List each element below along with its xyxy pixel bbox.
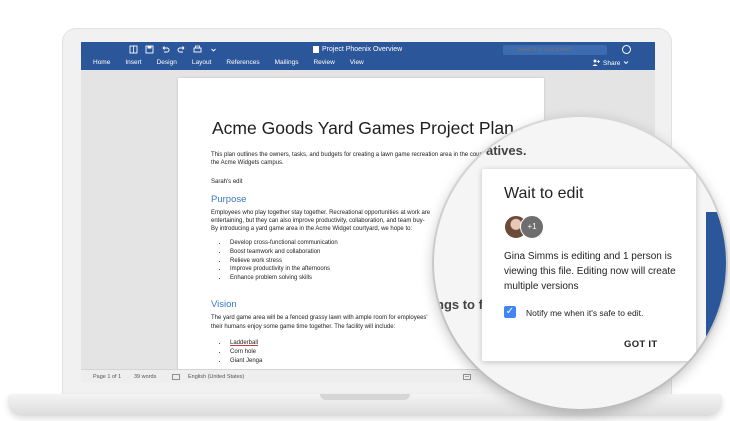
document-icon (313, 46, 319, 53)
document-heading: Acme Goods Yard Games Project Plan (212, 118, 514, 138)
vision-heading: Vision (211, 299, 237, 310)
print-layout-icon[interactable] (463, 374, 471, 382)
proofing-icon[interactable] (172, 374, 180, 382)
list-item: Enhance problem solving skills (228, 274, 338, 283)
edit-note: Sarah's edit (211, 179, 243, 185)
quick-access-toolbar (129, 45, 218, 54)
print-icon[interactable] (193, 45, 202, 54)
word-count[interactable]: 39 words (134, 374, 156, 380)
tab-references[interactable]: References (226, 59, 259, 66)
got-it-button[interactable]: GOT IT (624, 339, 657, 350)
page-count[interactable]: Page 1 of 1 (93, 374, 121, 380)
magnified-text: atives. (486, 143, 527, 158)
list-item: Corn hole (228, 348, 262, 357)
vision-line: The yard game area will be a fenced gras… (211, 315, 428, 321)
magnifier-callout: atives. ngs to f Wait to edit +1 Gina Si… (434, 117, 726, 409)
redo-icon[interactable] (177, 45, 186, 54)
feedback-smiley-icon[interactable] (622, 45, 631, 54)
undo-icon[interactable] (161, 45, 170, 54)
tab-layout[interactable]: Layout (192, 59, 212, 66)
document-title: Project Phoenix Overview (313, 46, 402, 53)
list-item: Relieve work stress (228, 257, 338, 266)
list-item: Boost teamwork and collaboration (228, 248, 338, 257)
tab-view[interactable]: View (350, 59, 364, 66)
magnified-ribbon-edge (706, 212, 726, 342)
list-item: Develop cross-functional communication (228, 239, 338, 248)
wait-to-edit-dialog: Wait to edit +1 Gina Simms is editing an… (482, 169, 696, 361)
save-icon[interactable] (145, 45, 154, 54)
ribbon-tabs: Home Insert Design Layout References Mai… (93, 59, 364, 66)
laptop-notch (320, 394, 410, 400)
viewer-count-badge: +1 (520, 215, 544, 239)
dialog-message: Gina Simms is editing and 1 person is vi… (504, 251, 676, 292)
notify-checkbox[interactable]: ✓ (504, 306, 516, 318)
purpose-line: By introducing a yard game area in the A… (211, 226, 413, 232)
list-item: Improve productivity in the afternoons (228, 265, 338, 274)
language-indicator[interactable]: English (United States) (188, 374, 244, 380)
tab-mailings[interactable]: Mailings (275, 59, 299, 66)
tab-review[interactable]: Review (313, 59, 334, 66)
search-input[interactable] (503, 45, 607, 55)
list-item: Giant Jenga (228, 357, 262, 366)
ribbon: Project Phoenix Overview Home Insert Des… (81, 42, 655, 70)
ladderball-text: Ladderball (230, 340, 259, 346)
layout-icon[interactable] (129, 45, 138, 54)
vision-list: Ladderball Corn hole Giant Jenga (220, 339, 262, 365)
tab-design[interactable]: Design (157, 59, 177, 66)
purpose-heading: Purpose (211, 194, 247, 205)
chevron-down-icon (623, 60, 629, 67)
document-title-text: Project Phoenix Overview (322, 46, 403, 53)
intro-paragraph: This plan outlines the owners, tasks, an… (211, 152, 502, 167)
person-add-icon (592, 59, 600, 68)
vision-line: their humans enjoy some game time togeth… (211, 324, 396, 330)
tab-home[interactable]: Home (93, 59, 110, 66)
more-icon[interactable] (209, 45, 218, 54)
share-button[interactable]: Share (592, 59, 629, 68)
notify-checkbox-label[interactable]: Notify me when it's safe to edit. (526, 308, 643, 318)
share-label: Share (603, 60, 621, 67)
magnified-text: ngs to f (436, 297, 483, 312)
purpose-list: Develop cross-functional communication B… (220, 239, 338, 283)
dialog-title: Wait to edit (504, 185, 584, 202)
list-item: Ladderball (228, 339, 262, 348)
tab-insert[interactable]: Insert (125, 59, 141, 66)
